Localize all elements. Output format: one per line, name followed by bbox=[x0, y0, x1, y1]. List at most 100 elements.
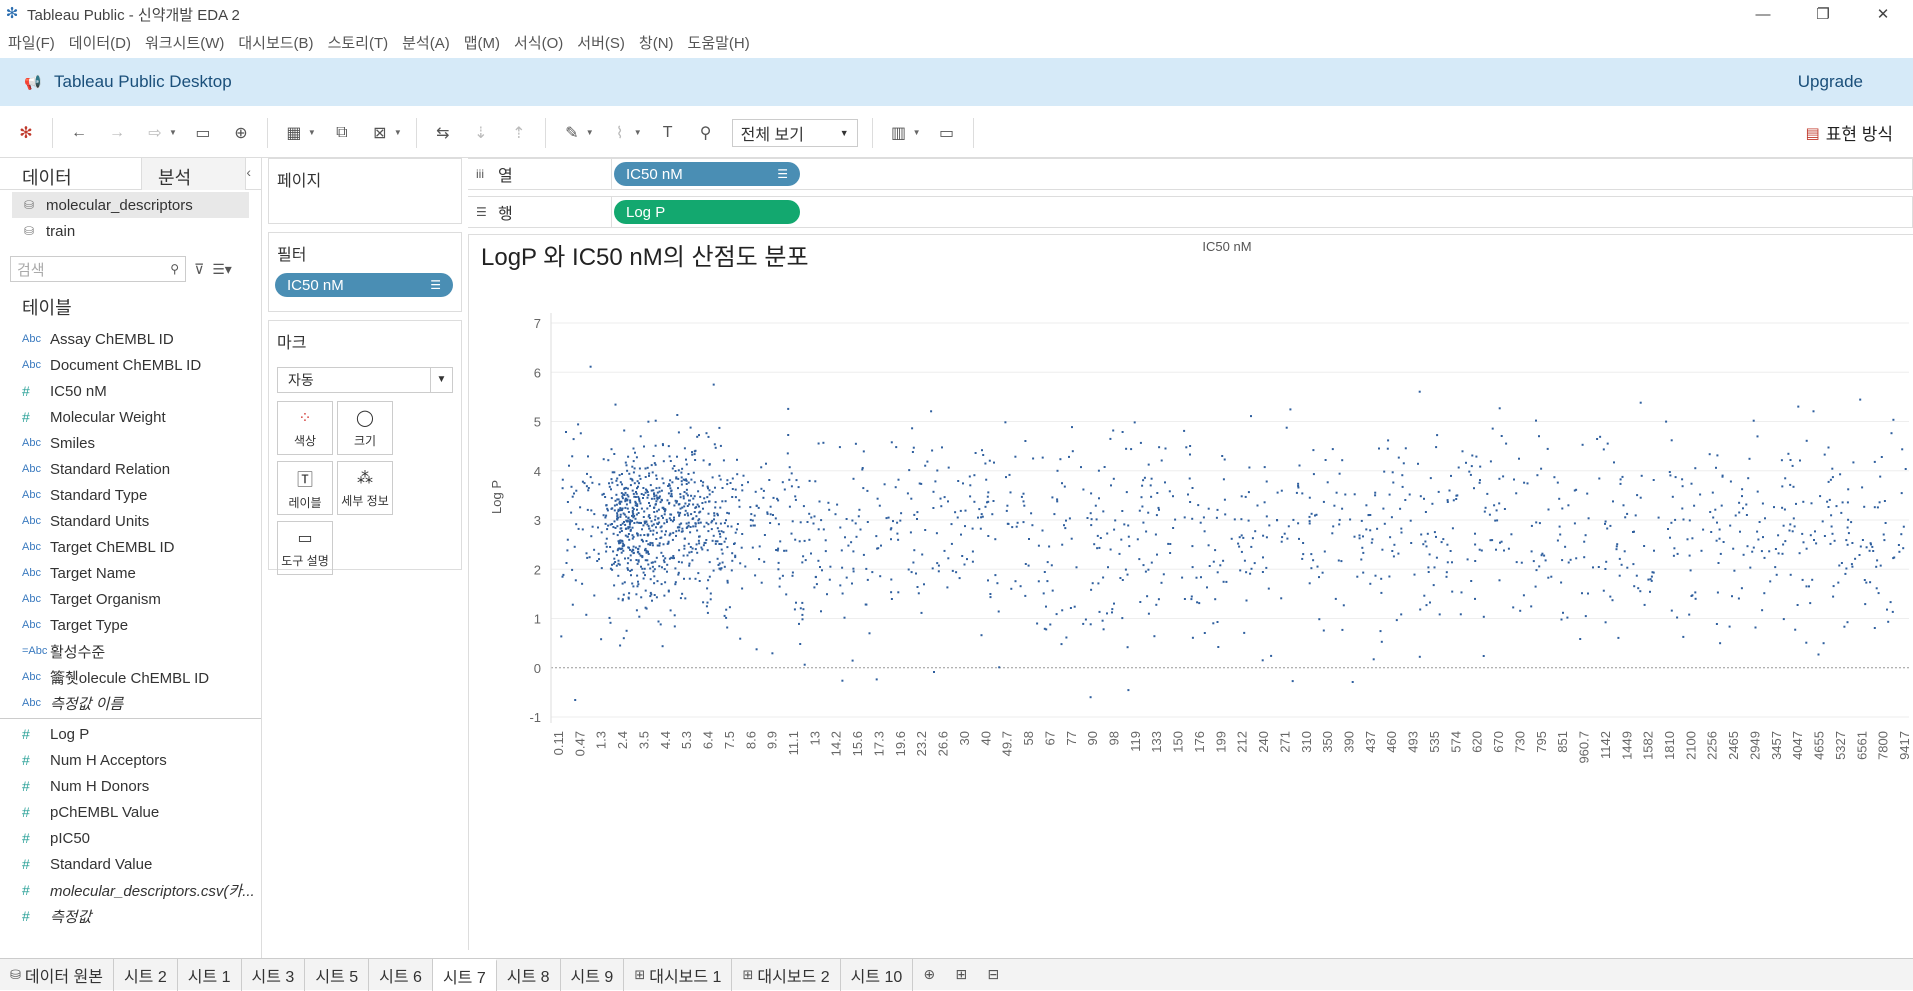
field-item[interactable]: # Num H Acceptors bbox=[0, 747, 261, 773]
sheet-tab[interactable]: 시트 10 bbox=[841, 958, 914, 991]
clear-sheet-icon[interactable]: ⊠ bbox=[368, 121, 392, 145]
sheet-tab[interactable]: 시트 5 bbox=[305, 958, 370, 991]
menu-server[interactable]: 서버(S) bbox=[577, 32, 625, 53]
field-item[interactable]: # 측정값 bbox=[0, 903, 261, 929]
save-icon[interactable]: ▭ bbox=[191, 121, 215, 145]
color-button[interactable]: ⁘ 색상 bbox=[277, 401, 333, 455]
replay-icon[interactable]: ⇨ bbox=[143, 121, 167, 145]
scatter-chart[interactable]: LogP 와 IC50 nM의 산점도 분포 IC50 nMLog P-10123… bbox=[469, 235, 1913, 951]
show-cards-dropdown-icon[interactable]: ▼ bbox=[913, 128, 921, 137]
sheet-tab[interactable]: 시트 2 bbox=[114, 958, 178, 991]
field-item[interactable]: Abc 籥췟olecule ChEMBL ID bbox=[0, 664, 261, 690]
new-dashboard-tab-icon[interactable]: ⊞ bbox=[945, 966, 977, 983]
sheet-tab[interactable]: ⊞ 대시보드 1 bbox=[624, 958, 733, 991]
filters-card[interactable]: 필터 IC50 nM ☰ bbox=[268, 232, 462, 312]
field-item[interactable]: Abc Standard Units bbox=[0, 508, 261, 534]
presentation-mode-icon[interactable]: ▭ bbox=[935, 121, 959, 145]
pin-axes-icon[interactable]: ⚲ bbox=[694, 121, 718, 145]
viz-area[interactable]: LogP 와 IC50 nM의 산점도 분포 IC50 nM Log P -1 0 1 2 3… bbox=[468, 234, 1913, 950]
pages-card[interactable]: 페이지 bbox=[268, 158, 462, 224]
label-button[interactable]: 🅃 레이블 bbox=[277, 461, 333, 515]
collapse-pane-icon[interactable]: ‹ bbox=[246, 158, 261, 189]
field-item[interactable]: Abc Target Name bbox=[0, 560, 261, 586]
tooltip-button[interactable]: ▭ 도구 설명 bbox=[277, 521, 333, 575]
duplicate-icon[interactable]: ⧉ bbox=[330, 121, 354, 145]
field-item[interactable]: # pChEMBL Value bbox=[0, 799, 261, 825]
field-item[interactable]: =Abc 활성수준 bbox=[0, 638, 261, 664]
field-item[interactable]: # Standard Value bbox=[0, 851, 261, 877]
swap-axes-icon[interactable]: ⇆ bbox=[431, 121, 455, 145]
menu-map[interactable]: 맵(M) bbox=[464, 32, 500, 53]
menu-worksheet[interactable]: 워크시트(W) bbox=[145, 32, 224, 53]
field-item[interactable]: Abc Target ChEMBL ID bbox=[0, 534, 261, 560]
mark-type-select[interactable]: 자동 ▼ bbox=[277, 367, 453, 393]
field-item[interactable]: Abc Smiles bbox=[0, 430, 261, 456]
new-worksheet-tab-icon[interactable]: ⊕ bbox=[913, 966, 945, 983]
menu-analysis[interactable]: 분석(A) bbox=[402, 32, 450, 53]
sheet-tab[interactable]: 시트 7 bbox=[432, 958, 497, 991]
upgrade-link[interactable]: Upgrade bbox=[1798, 72, 1863, 92]
datasource-item[interactable]: ⛁ molecular_descriptors bbox=[12, 192, 249, 218]
menu-dashboard[interactable]: 대시보드(B) bbox=[238, 32, 313, 53]
field-item[interactable]: Abc Document ChEMBL ID bbox=[0, 352, 261, 378]
undo-icon[interactable]: ← bbox=[67, 121, 91, 145]
show-labels-icon[interactable]: T bbox=[656, 121, 680, 145]
filter-funnel-icon[interactable]: ⊽ bbox=[194, 261, 204, 278]
tableau-home-icon[interactable]: ✻ bbox=[14, 121, 38, 145]
field-item[interactable]: Abc Standard Relation bbox=[0, 456, 261, 482]
replay-dropdown-icon[interactable]: ▼ bbox=[169, 128, 177, 137]
menu-format[interactable]: 서식(O) bbox=[514, 32, 563, 53]
menu-help[interactable]: 도움말(H) bbox=[688, 32, 750, 53]
menu-file[interactable]: 파일(F) bbox=[8, 32, 55, 53]
sheet-tab[interactable]: ⛁ 데이터 원본 bbox=[0, 958, 114, 991]
highlight-icon[interactable]: ✎ bbox=[560, 121, 584, 145]
field-item[interactable]: Abc Target Organism bbox=[0, 586, 261, 612]
sort-descending-icon[interactable]: ⇡ bbox=[507, 121, 531, 145]
datasource-item[interactable]: ⛁ train bbox=[0, 218, 261, 244]
menu-data[interactable]: 데이터(D) bbox=[69, 32, 131, 53]
group-icon[interactable]: ⌇ bbox=[608, 121, 632, 145]
field-item[interactable]: # pIC50 bbox=[0, 825, 261, 851]
field-item[interactable]: # Molecular Weight bbox=[0, 404, 261, 430]
clear-dropdown-icon[interactable]: ▼ bbox=[394, 128, 402, 137]
group-dropdown-icon[interactable]: ▼ bbox=[634, 128, 642, 137]
sheet-tab[interactable]: ⊞ 대시보드 2 bbox=[732, 958, 841, 991]
rows-shelf[interactable]: ☰ 행 Log P bbox=[468, 196, 1913, 228]
field-item[interactable]: # molecular_descriptors.csv(카... bbox=[0, 877, 261, 903]
close-icon[interactable]: ✕ bbox=[1853, 0, 1913, 28]
field-search-input[interactable]: 검색 ⚲ bbox=[10, 256, 186, 282]
sheet-tab[interactable]: 시트 3 bbox=[242, 958, 306, 991]
field-item[interactable]: # Num H Donors bbox=[0, 773, 261, 799]
view-options-icon[interactable]: ☰▾ bbox=[212, 261, 232, 278]
field-item[interactable]: Abc Target Type bbox=[0, 612, 261, 638]
field-item[interactable]: Abc 측정값 이름 bbox=[0, 690, 261, 716]
rows-pill-logp[interactable]: Log P bbox=[614, 200, 800, 224]
detail-button[interactable]: ⁂ 세부 정보 bbox=[337, 461, 393, 515]
sort-ascending-icon[interactable]: ⇣ bbox=[469, 121, 493, 145]
new-story-tab-icon[interactable]: ⊟ bbox=[977, 966, 1009, 983]
show-me-button[interactable]: ▤ 표현 방식 bbox=[1806, 120, 1893, 145]
filter-pill-ic50[interactable]: IC50 nM ☰ bbox=[275, 273, 453, 297]
field-item[interactable]: Abc Assay ChEMBL ID bbox=[0, 326, 261, 352]
field-item[interactable]: # IC50 nM bbox=[0, 378, 261, 404]
columns-shelf[interactable]: iii 열 IC50 nM ☰ bbox=[468, 158, 1913, 190]
menu-story[interactable]: 스토리(T) bbox=[328, 32, 389, 53]
new-worksheet-dropdown-icon[interactable]: ▼ bbox=[308, 128, 316, 137]
redo-icon[interactable]: → bbox=[105, 121, 129, 145]
sheet-tab[interactable]: 시트 8 bbox=[497, 958, 561, 991]
tab-analysis[interactable]: 분석 bbox=[142, 158, 247, 190]
tab-data[interactable]: 데이터 bbox=[0, 158, 143, 190]
restore-icon[interactable]: ❐ bbox=[1793, 0, 1853, 28]
sheet-tab[interactable]: 시트 6 bbox=[369, 958, 433, 991]
field-item[interactable]: # Log P bbox=[0, 721, 261, 747]
size-button[interactable]: ◯ 크기 bbox=[337, 401, 393, 455]
show-cards-icon[interactable]: ▥ bbox=[887, 121, 911, 145]
new-worksheet-icon[interactable]: ▦ bbox=[282, 121, 306, 145]
columns-pill-ic50[interactable]: IC50 nM ☰ bbox=[614, 162, 800, 186]
sheet-tab[interactable]: 시트 9 bbox=[561, 958, 625, 991]
fit-select[interactable]: 전체 보기 ▼ bbox=[731, 118, 858, 147]
highlight-dropdown-icon[interactable]: ▼ bbox=[586, 128, 594, 137]
sheet-tab[interactable]: 시트 1 bbox=[178, 958, 242, 991]
field-item[interactable]: Abc Standard Type bbox=[0, 482, 261, 508]
minimize-icon[interactable]: — bbox=[1733, 0, 1793, 28]
